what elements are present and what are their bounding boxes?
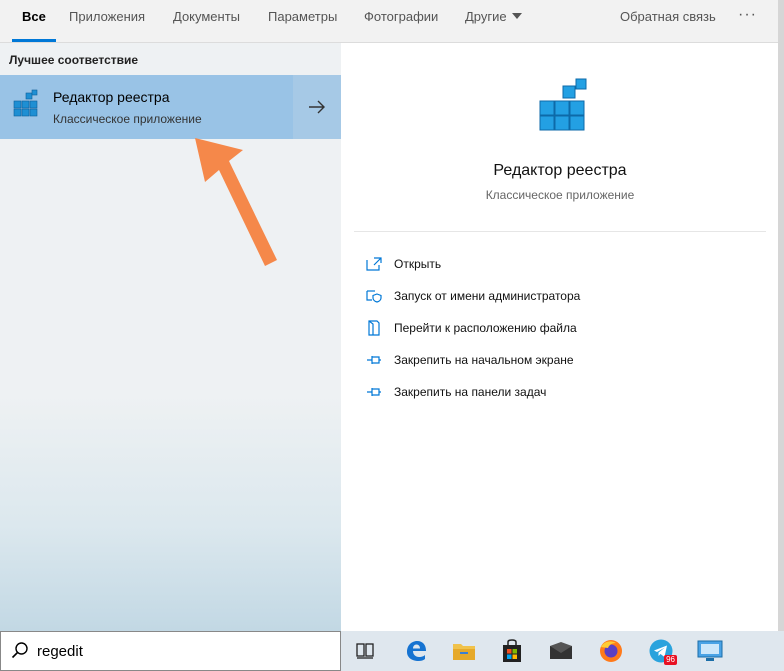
task-view-button[interactable] <box>349 635 381 667</box>
more-options-button[interactable]: ··· <box>738 6 757 24</box>
best-match-title: Редактор реестра <box>53 89 170 105</box>
action-open-file-location-label: Перейти к расположению файла <box>394 321 577 335</box>
tab-apps[interactable]: Приложения <box>69 0 145 42</box>
search-box[interactable] <box>0 631 341 671</box>
divider <box>354 231 766 232</box>
arrow-right-icon <box>309 100 325 114</box>
firefox-button[interactable] <box>595 635 627 667</box>
action-pin-taskbar[interactable]: Закрепить на панели задач <box>366 376 580 408</box>
window-edge <box>778 0 784 631</box>
pin-icon <box>367 356 381 364</box>
action-pin-start[interactable]: Закрепить на начальном экране <box>366 344 580 376</box>
telegram-unread-badge: 96 <box>664 655 677 665</box>
feedback-link[interactable]: Обратная связь <box>620 0 716 42</box>
task-view-icon <box>356 643 374 659</box>
tab-photos[interactable]: Фотографии <box>364 0 438 42</box>
remote-desktop-icon <box>697 640 723 661</box>
registry-editor-icon <box>12 89 40 124</box>
best-match-result[interactable]: Редактор реестра Классическое приложение <box>0 75 341 139</box>
open-icon <box>366 257 382 271</box>
pin-icon <box>367 388 381 396</box>
action-pin-start-label: Закрепить на начальном экране <box>394 353 574 367</box>
action-open-label: Открыть <box>394 257 442 271</box>
best-match-item[interactable]: Редактор реестра Классическое приложение <box>0 75 291 139</box>
registry-editor-large-icon <box>536 77 592 140</box>
chevron-down-icon <box>511 13 522 19</box>
file-location-icon <box>368 320 380 336</box>
remote-desktop-button[interactable] <box>694 635 726 667</box>
firefox-icon <box>600 640 622 662</box>
file-explorer-button[interactable] <box>448 635 480 667</box>
tab-more-categories[interactable]: Другие <box>465 0 522 42</box>
tab-all[interactable]: Все <box>12 0 56 42</box>
tab-documents[interactable]: Документы <box>173 0 240 42</box>
preview-pane: Редактор реестра Классическое приложение… <box>342 43 778 631</box>
action-open[interactable]: Открыть <box>366 248 580 280</box>
action-run-as-admin-label: Запуск от имени администратора <box>394 289 581 303</box>
open-preview-button[interactable] <box>293 75 341 139</box>
best-match-subtitle: Классическое приложение <box>53 112 202 126</box>
action-list: Открыть Запуск от имени администратора П… <box>366 248 580 408</box>
preview-subtitle: Классическое приложение <box>485 188 635 202</box>
store-button[interactable] <box>496 635 528 667</box>
action-run-as-admin[interactable]: Запуск от имени администратора <box>366 280 580 312</box>
tab-more-label: Другие <box>465 9 507 24</box>
preview-title: Редактор реестра <box>493 162 627 179</box>
tab-settings[interactable]: Параметры <box>268 0 337 42</box>
edge-icon <box>407 641 426 661</box>
search-input[interactable] <box>37 636 327 666</box>
action-open-file-location[interactable]: Перейти к расположению файла <box>366 312 580 344</box>
search-filter-bar: Все Приложения Документы Параметры Фотог… <box>0 0 778 43</box>
store-icon <box>503 639 521 662</box>
shield-icon <box>366 290 382 303</box>
edge-button[interactable] <box>400 635 432 667</box>
best-match-heading: Лучшее соответствие <box>9 53 139 67</box>
action-pin-taskbar-label: Закрепить на панели задач <box>394 385 547 399</box>
file-explorer-icon <box>453 644 475 660</box>
results-pane: Лучшее соответствие Редактор реестра Кла… <box>0 43 341 631</box>
mail-button[interactable] <box>545 635 577 667</box>
mail-icon <box>550 642 572 659</box>
search-icon <box>11 641 29 664</box>
telegram-button[interactable]: 96 <box>645 635 677 667</box>
